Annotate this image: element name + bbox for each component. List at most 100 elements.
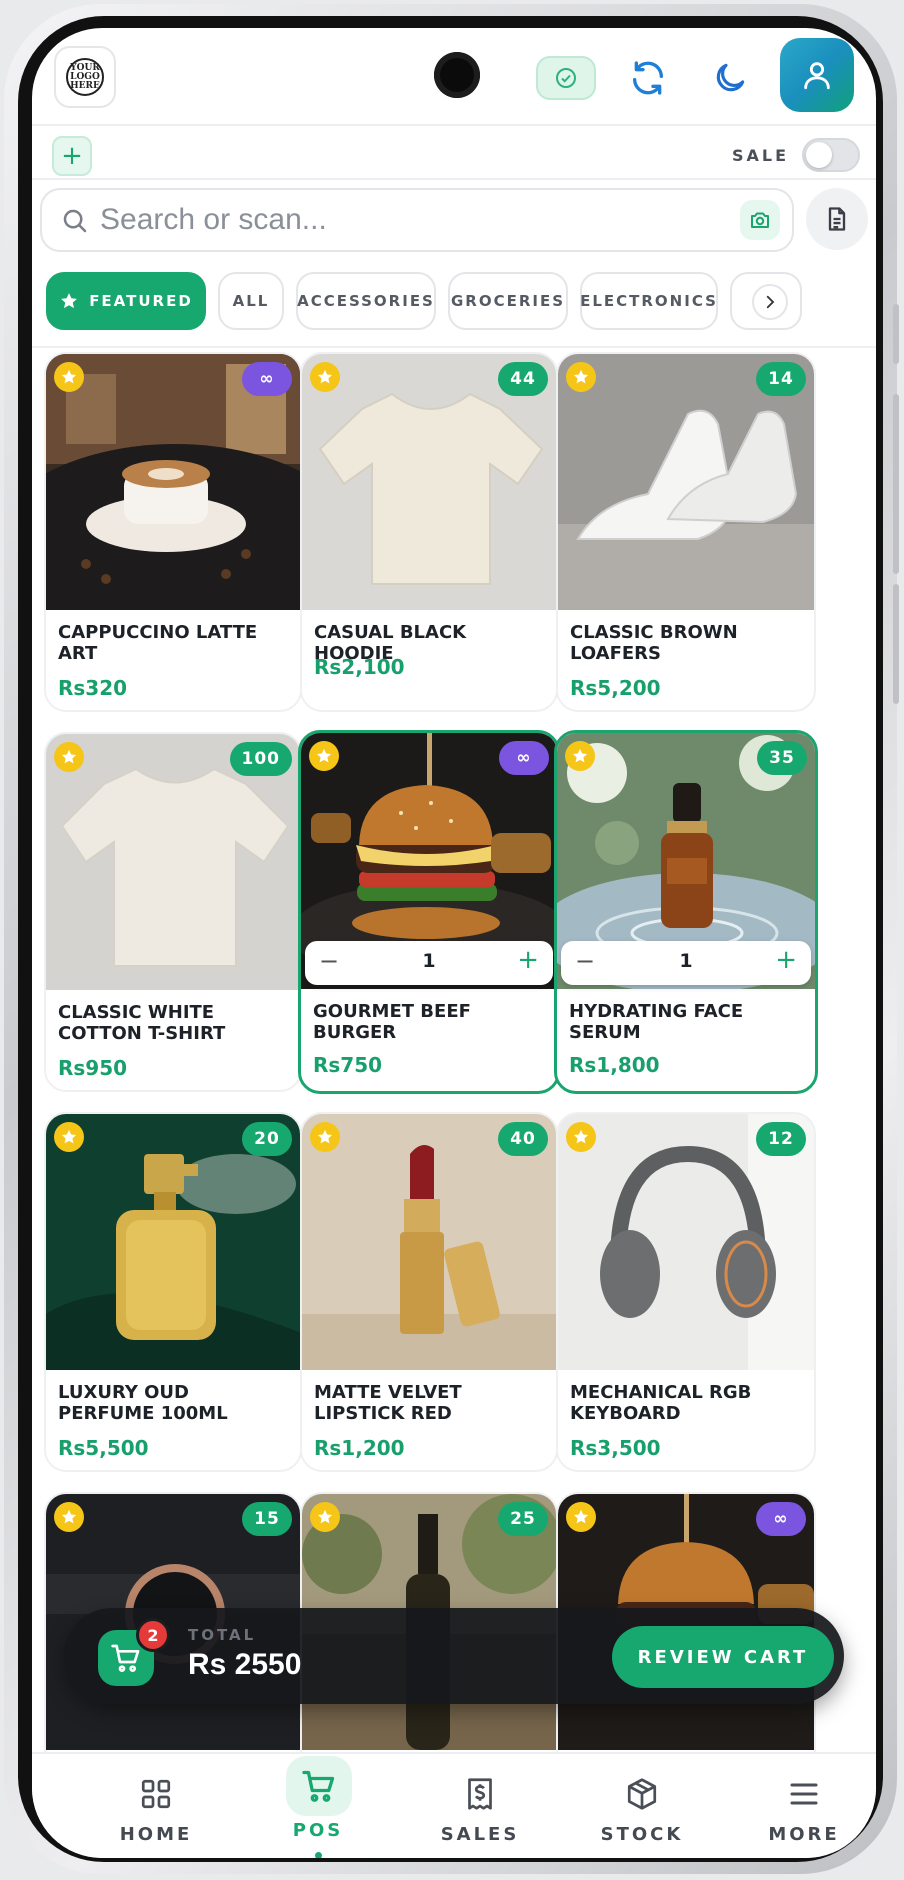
product-price: Rs5,500 — [58, 1436, 149, 1460]
stock-badge: ∞ — [242, 362, 292, 396]
product-price: Rs950 — [58, 1056, 128, 1080]
star-icon — [61, 293, 78, 309]
category-chip-electronics[interactable]: ELECTRONICS — [580, 272, 718, 330]
category-bar: FEATURED ALL ACCESSORIES GROCERIES ELECT… — [46, 272, 876, 332]
featured-star-icon — [566, 1502, 596, 1532]
product-card-selected[interactable]: ∞ − 1 + GOURMET BEEF BURGER Rs750 — [298, 730, 560, 1094]
moon-icon — [716, 63, 745, 92]
category-label: ACCESSORIES — [297, 292, 435, 310]
product-card[interactable]: 100 CLASSIC WHITE COTTON T-SHIRT Rs950 — [44, 732, 302, 1092]
product-grid: ∞ CAPPUCCINO LATTE ART Rs320 44 CASUAL B… — [44, 352, 876, 1752]
nav-item-more[interactable]: MORE — [744, 1754, 864, 1858]
grid-icon — [136, 1774, 176, 1814]
side-button — [893, 394, 899, 574]
chevron-right-icon — [766, 295, 775, 309]
nav-label: POS — [292, 1820, 344, 1841]
quantity-stepper: − 1 + — [561, 941, 811, 985]
front-camera — [434, 52, 480, 98]
add-button[interactable]: + — [52, 136, 92, 176]
camera-scan-button[interactable] — [740, 200, 780, 240]
theme-toggle-button[interactable] — [704, 52, 756, 104]
product-price: Rs750 — [313, 1053, 383, 1077]
stock-badge: 44 — [498, 362, 548, 396]
stock-badge: 20 — [242, 1122, 292, 1156]
search-input[interactable] — [100, 198, 660, 242]
total-value: Rs 2550 — [188, 1648, 302, 1681]
toolbar-divider — [32, 178, 876, 180]
phone-frame: YOUR LOGO HERE + SALE Search or scan... … — [4, 4, 899, 1874]
product-name: CLASSIC BROWN LOAFERS — [570, 622, 738, 664]
product-card[interactable]: 14 CLASSIC BROWN LOAFERS Rs5,200 — [556, 352, 816, 712]
product-card[interactable]: 12 MECHANICAL RGB KEYBOARD Rs3,500 — [556, 1112, 816, 1472]
chevron-right-wrap — [752, 284, 788, 320]
product-name: MECHANICAL RGB KEYBOARD — [570, 1382, 752, 1424]
category-divider — [32, 346, 876, 348]
cart-count-badge: 2 — [136, 1618, 170, 1652]
toggle-knob — [806, 142, 832, 168]
sale-label: SALE — [732, 146, 790, 165]
search-bar — [40, 188, 794, 252]
review-cart-button[interactable]: REVIEW CART — [612, 1626, 834, 1688]
screen: YOUR LOGO HERE + SALE Search or scan... … — [32, 28, 876, 1858]
featured-star-icon — [309, 741, 339, 771]
camera-icon — [751, 212, 769, 228]
featured-star-icon — [54, 1122, 84, 1152]
sync-button[interactable] — [622, 52, 674, 104]
nav-label: HOME — [119, 1824, 193, 1845]
quantity-stepper: − 1 + — [305, 941, 553, 985]
stock-badge: 40 — [498, 1122, 548, 1156]
product-card[interactable]: 44 CASUAL BLACK HOODIE Rs2,100 — [300, 352, 558, 712]
cart-summary-bar: 2 TOTAL Rs 2550 REVIEW CART — [64, 1608, 844, 1704]
product-card[interactable]: ∞ CAPPUCCINO LATTE ART Rs320 — [44, 352, 302, 712]
category-chip-groceries[interactable]: GROCERIES — [448, 272, 568, 330]
box-icon — [622, 1774, 662, 1814]
document-button[interactable] — [806, 188, 868, 250]
product-card-selected[interactable]: 35 − 1 + HYDRATING FACE SERUM Rs1,800 — [554, 730, 818, 1094]
category-chip-accessories[interactable]: ACCESSORIES — [296, 272, 436, 330]
category-scroll-right-button[interactable] — [730, 272, 802, 330]
product-name: CAPPUCCINO LATTE ART — [58, 622, 258, 664]
featured-star-icon — [565, 741, 595, 771]
logo-badge: YOUR LOGO HERE — [66, 58, 104, 96]
check-circle-icon — [556, 68, 576, 88]
nav-label: STOCK — [600, 1824, 684, 1845]
product-price: Rs1,800 — [569, 1053, 660, 1077]
increment-button[interactable]: + — [775, 945, 797, 975]
stock-badge: ∞ — [756, 1502, 806, 1536]
product-price: Rs1,200 — [314, 1436, 405, 1460]
quantity-value: 1 — [422, 950, 436, 972]
featured-star-icon — [310, 1122, 340, 1152]
store-logo[interactable]: YOUR LOGO HERE — [54, 46, 116, 108]
active-indicator — [315, 1852, 322, 1858]
sale-toggle[interactable] — [802, 138, 860, 172]
nav-item-sales[interactable]: SALES — [420, 1754, 540, 1858]
volume-button — [893, 304, 899, 364]
increment-button[interactable]: + — [517, 945, 539, 975]
nav-label: MORE — [768, 1824, 840, 1845]
product-price: Rs320 — [58, 676, 128, 700]
product-card[interactable]: 20 LUXURY OUD PERFUME 100ML Rs5,500 — [44, 1112, 302, 1472]
stock-badge: 25 — [498, 1502, 548, 1536]
sync-status-button[interactable] — [536, 56, 596, 100]
nav-item-home[interactable]: HOME — [96, 1754, 216, 1858]
featured-star-icon — [310, 362, 340, 392]
stock-badge: 15 — [242, 1502, 292, 1536]
category-chip-all[interactable]: ALL — [218, 272, 284, 330]
category-chip-featured[interactable]: FEATURED — [46, 272, 206, 330]
user-profile-button[interactable] — [780, 38, 854, 112]
product-card[interactable]: 40 MATTE VELVET LIPSTICK RED Rs1,200 — [300, 1112, 558, 1472]
product-name: MATTE VELVET LIPSTICK RED — [314, 1382, 462, 1424]
stock-badge: 35 — [757, 741, 807, 775]
nav-item-pos[interactable]: POS — [258, 1754, 378, 1858]
product-price: Rs3,500 — [570, 1436, 661, 1460]
featured-star-icon — [566, 1122, 596, 1152]
stock-badge: 100 — [229, 742, 292, 776]
product-name: GOURMET BEEF BURGER — [313, 1001, 471, 1043]
nav-item-stock[interactable]: STOCK — [582, 1754, 702, 1858]
nav-label: SALES — [440, 1824, 520, 1845]
product-name: LUXURY OUD PERFUME 100ML — [58, 1382, 228, 1424]
featured-star-icon — [54, 742, 84, 772]
category-label: GROCERIES — [450, 292, 566, 310]
stock-badge: ∞ — [499, 741, 549, 775]
category-label: ELECTRONICS — [580, 292, 718, 310]
